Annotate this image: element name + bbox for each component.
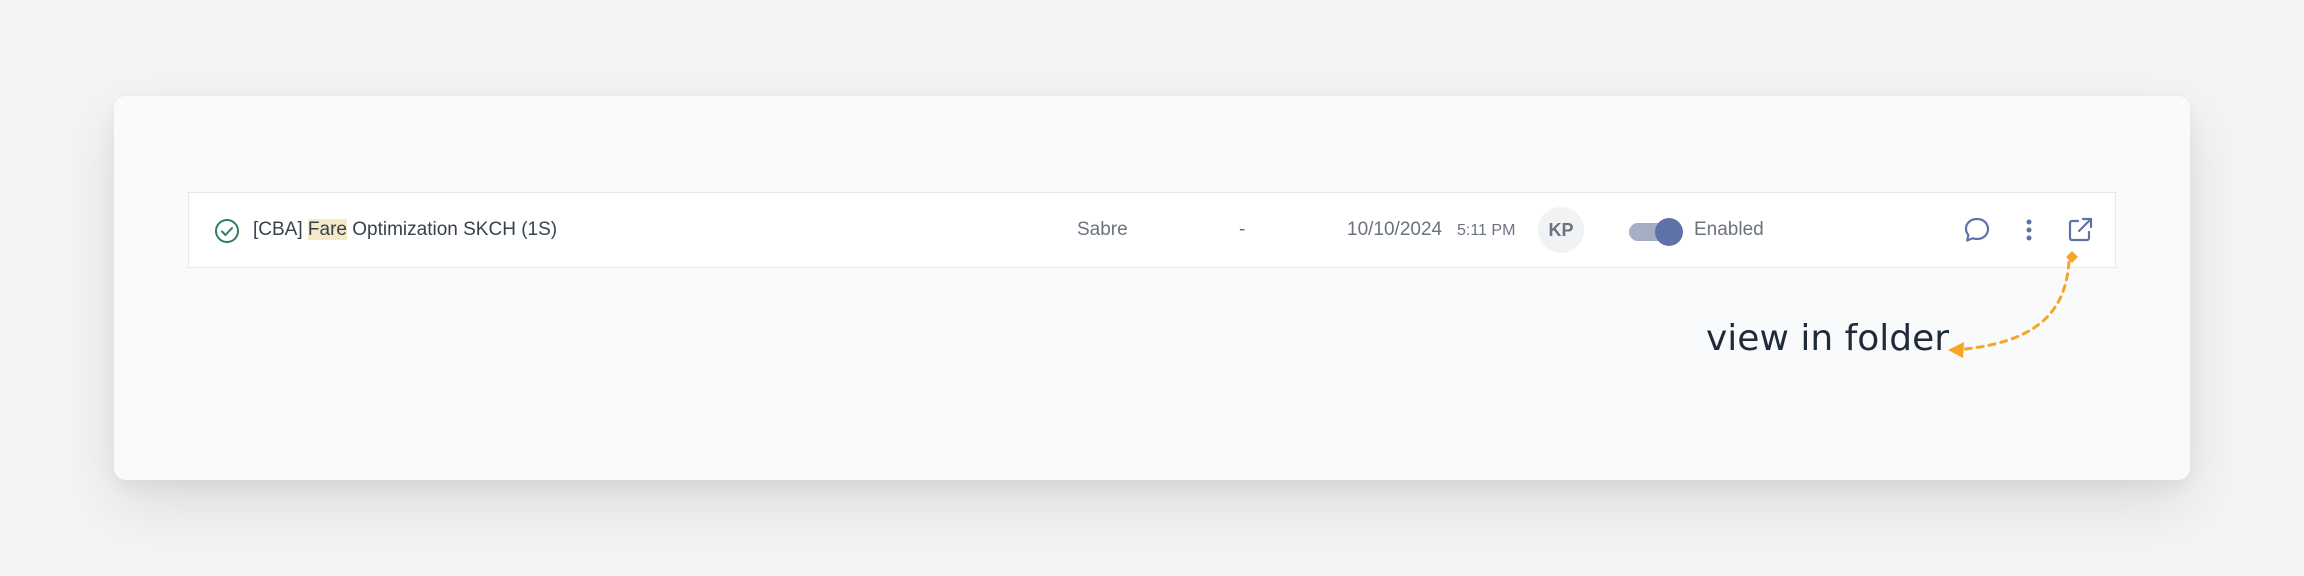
toggle-knob <box>1655 218 1683 246</box>
row-title[interactable]: [CBA] Fare Optimization SKCH (1S) <box>253 193 557 267</box>
secondary-value: - <box>1239 219 1246 240</box>
title-highlight: Fare <box>307 219 347 240</box>
enabled-toggle[interactable] <box>1629 218 1685 246</box>
toggle-label: Enabled <box>1694 219 1764 240</box>
source-label: Sabre <box>1077 219 1128 240</box>
comment-icon[interactable] <box>1961 214 1993 246</box>
title-suffix: Optimization SKCH (1S) <box>346 219 558 240</box>
more-vertical-icon[interactable] <box>2013 214 2045 246</box>
task-card: [CBA] Fare Optimization SKCH (1S) Sabre … <box>114 96 2190 480</box>
date-value: 10/10/2024 <box>1347 219 1443 240</box>
check-circle-icon <box>213 217 241 245</box>
time-value: 5:11 PM <box>1457 222 1516 239</box>
avatar[interactable]: KP <box>1538 207 1584 253</box>
annotation-label: view in folder <box>1706 318 1950 359</box>
external-link-icon[interactable] <box>2064 214 2096 246</box>
table-row[interactable]: [CBA] Fare Optimization SKCH (1S) Sabre … <box>188 192 2116 268</box>
title-prefix: [CBA] <box>253 219 308 240</box>
